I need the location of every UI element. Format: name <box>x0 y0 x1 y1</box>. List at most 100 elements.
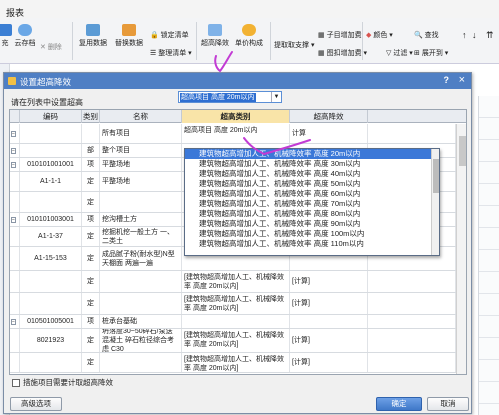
dropdown-option[interactable]: 建筑物超高增加人工、机械降效率 高度 20m以内 <box>185 149 439 159</box>
lock-list-button[interactable]: 🔒 锁定清单 <box>150 30 189 40</box>
cell-effect[interactable] <box>290 315 368 328</box>
cell-effect[interactable]: 计算 <box>290 124 368 143</box>
dropdown-option[interactable]: 建筑物超高增加人工、机械降效率 高度 90m以内 <box>185 219 439 229</box>
reuse-icon <box>86 24 100 36</box>
ribbon-separator <box>362 22 363 60</box>
collapse-icon[interactable]: − <box>11 318 16 325</box>
measure-items-checkbox-row[interactable]: 措施项目需要计取超高降效 <box>12 377 113 388</box>
dropdown-option[interactable]: 建筑物超高增加人工、机械降效率 高度 30m以内 <box>185 159 439 169</box>
cell-name: 挖沟槽土方 <box>100 213 182 226</box>
table-row[interactable]: −010501005001 项桩承台基础 <box>10 315 466 329</box>
filter-icon: ▽ <box>386 50 392 57</box>
row-tree-cell: − <box>10 144 20 157</box>
measure-items-checkbox[interactable] <box>12 378 20 387</box>
collapse-icon[interactable]: − <box>11 147 16 154</box>
expand-to-button[interactable]: ⊞ 展开到 ▾ <box>414 48 448 58</box>
cloud-save-button[interactable]: 云存档 <box>8 24 42 48</box>
cell-effect[interactable]: [计算] <box>290 271 368 292</box>
unit-price-button[interactable]: 单价构成 <box>232 24 266 48</box>
cell-category[interactable] <box>182 315 290 328</box>
move-up-button[interactable]: ↑ <box>462 30 467 40</box>
find-button[interactable]: 🔍 查找 <box>414 30 439 40</box>
table-row[interactable]: 定 [建筑物超高增加人工、机械降效率 高度 20m以内] [计算] <box>10 271 466 293</box>
table-row[interactable]: − 所有项目 超高项目 高度 20m以内 计算 <box>10 124 466 144</box>
ribbon-toolbar: 充 云存档 ✕ 删除 复用数据 替换数据 🔒 锁定清单 ☰ 整理清单 ▾ 超高降… <box>0 18 499 64</box>
row-tree-cell <box>10 227 20 246</box>
dropdown-option[interactable]: 建筑物超高增加人工、机械降效率 高度 50m以内 <box>185 179 439 189</box>
close-button[interactable]: × <box>459 74 465 86</box>
row-filler-cell <box>368 124 456 143</box>
dropdown-option[interactable]: 建筑物超高增加人工、机械降效率 高度 70m以内 <box>185 199 439 209</box>
cell-name: 成品腻子粉(耐水型)N型 天棚面 两遍一遍 <box>100 247 182 270</box>
header-type: 类别 <box>83 110 100 123</box>
ok-button[interactable]: 确定 <box>376 397 422 411</box>
cell-name: 坍落度30~50碎石/泵送混凝土 碎石粒径综合考虑 C30 <box>100 329 182 352</box>
collapse-icon[interactable]: − <box>11 216 16 223</box>
cell-code: 010501005001 <box>20 315 82 328</box>
reuse-data-button[interactable]: 复用数据 <box>76 24 110 48</box>
row-tree-cell <box>10 271 20 292</box>
organize-list-button[interactable]: ☰ 整理清单 ▾ <box>150 48 192 58</box>
cell-effect[interactable]: [计算] <box>290 329 368 352</box>
list-icon: ☰ <box>150 50 157 57</box>
collapse-icon[interactable]: − <box>11 161 16 168</box>
dropdown-option[interactable]: 建筑物超高增加人工、机械降效率 高度 60m以内 <box>185 189 439 199</box>
move-down-button[interactable]: ↓ <box>472 30 477 40</box>
dropdown-scroll-thumb[interactable] <box>433 159 439 193</box>
sub-item-fee-button[interactable]: ▦ 子目增加费 <box>318 30 362 40</box>
cell-name <box>100 353 182 372</box>
row-tree-cell: − <box>10 124 20 143</box>
cell-category[interactable]: [建筑物超高增加人工、机械降效率 高度 20m以内] <box>182 293 290 314</box>
table-row[interactable]: 定 [建筑物超高增加人工、机械降效率 高度 20m以内] [计算] <box>10 293 466 315</box>
cell-code: 010101001001 <box>20 158 82 171</box>
cell-effect[interactable]: [计算] <box>290 353 368 372</box>
cell-code: A1-1-37 <box>20 227 82 246</box>
row-filler-cell <box>368 271 456 292</box>
cell-type: 定 <box>82 293 100 314</box>
cell-category[interactable]: 超高项目 高度 20m以内 <box>182 124 290 143</box>
table-icon: ▦ <box>318 50 325 57</box>
filter-button[interactable]: ▽ 过滤 ▾ <box>386 48 413 58</box>
table-row[interactable]: 8021923 定坍落度30~50碎石/泵送混凝土 碎石粒径综合考虑 C30 [建筑… <box>10 329 466 353</box>
category-combo[interactable]: 超高项目 高度 20m以内 ▼ <box>178 91 282 103</box>
dialog-title: 设置超高降效 <box>20 77 72 87</box>
cell-type: 项 <box>82 158 100 171</box>
chevron-down-icon[interactable]: ▼ <box>271 92 281 102</box>
header-code: 编码 <box>20 110 82 123</box>
dialog-titlebar[interactable]: 设置超高降效 ? × <box>4 73 471 89</box>
cell-code: 8021923 <box>20 329 82 352</box>
dropdown-scrollbar[interactable] <box>431 149 439 255</box>
extract-support-button[interactable]: 提取取支撑 ▾ <box>274 40 314 50</box>
advanced-options-button[interactable]: 高级选项 <box>10 397 62 411</box>
ribbon-separator <box>72 22 73 60</box>
table-row[interactable]: 定 [建筑物超高增加人工、机械降效率 高度 20m以内] [计算] <box>10 353 466 373</box>
delete-icon: ✕ <box>40 44 48 51</box>
dropdown-option[interactable]: 建筑物超高增加人工、机械降效率 高度 80m以内 <box>185 209 439 219</box>
cell-type: 定 <box>82 247 100 270</box>
grid-scrollbar[interactable] <box>456 124 466 374</box>
collapse-icon[interactable]: − <box>11 130 16 137</box>
deduct-fee-button[interactable]: ▦ 图扣增加费 ▾ <box>318 48 367 58</box>
row-tree-cell <box>10 353 20 372</box>
dropdown-option[interactable]: 建筑物超高增加人工、机械降效率 高度 100m以内 <box>185 229 439 239</box>
cell-category[interactable]: [建筑物超高增加人工、机械降效率 高度 20m以内] <box>182 329 290 352</box>
cell-code <box>20 192 82 212</box>
header-category: 超高类别 <box>182 110 290 123</box>
replace-data-button[interactable]: 替换数据 <box>112 24 146 48</box>
search-icon: 🔍 <box>414 32 423 39</box>
row-tree-cell <box>10 293 20 314</box>
cancel-button[interactable]: 取消 <box>427 397 469 411</box>
row-tree-cell: − <box>10 315 20 328</box>
move-top-button[interactable]: ⇈ <box>486 30 494 41</box>
cell-effect[interactable]: [计算] <box>290 293 368 314</box>
cell-category[interactable]: [建筑物超高增加人工、机械降效率 高度 20m以内] <box>182 353 290 372</box>
scrollbar-thumb[interactable] <box>459 136 466 166</box>
cell-category[interactable]: [建筑物超高增加人工、机械降效率 高度 20m以内] <box>182 271 290 292</box>
over-height-button[interactable]: 超高降效 <box>198 24 232 48</box>
delete-button[interactable]: ✕ 删除 <box>40 42 62 52</box>
color-button[interactable]: ◆ 颜色 ▾ <box>366 30 393 40</box>
ribbon-separator <box>196 22 197 60</box>
dropdown-option[interactable]: 建筑物超高增加人工、机械降效率 高度 110m以内 <box>185 239 439 249</box>
dropdown-option[interactable]: 建筑物超高增加人工、机械降效率 高度 40m以内 <box>185 169 439 179</box>
help-button[interactable]: ? <box>444 75 450 85</box>
